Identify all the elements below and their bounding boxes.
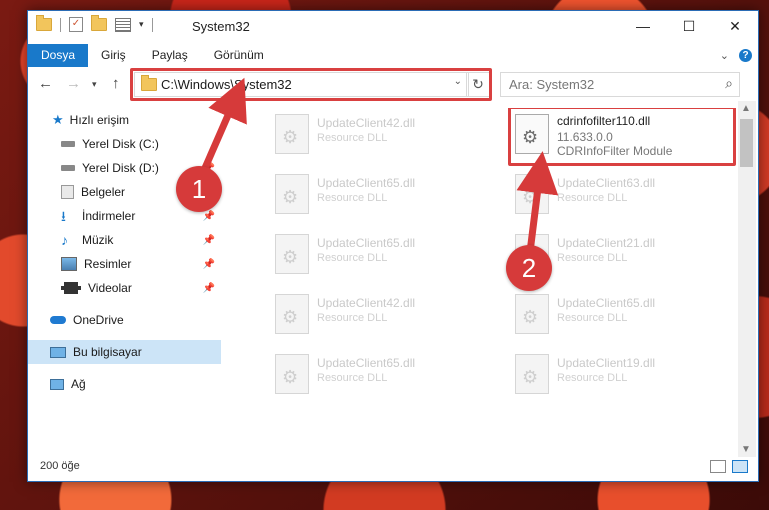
callout-badge: 1 (176, 166, 222, 212)
callout-badge: 2 (506, 245, 552, 291)
arrow-2 (516, 151, 559, 253)
arrow-1 (201, 77, 247, 170)
annotation-arrows (201, 77, 559, 253)
